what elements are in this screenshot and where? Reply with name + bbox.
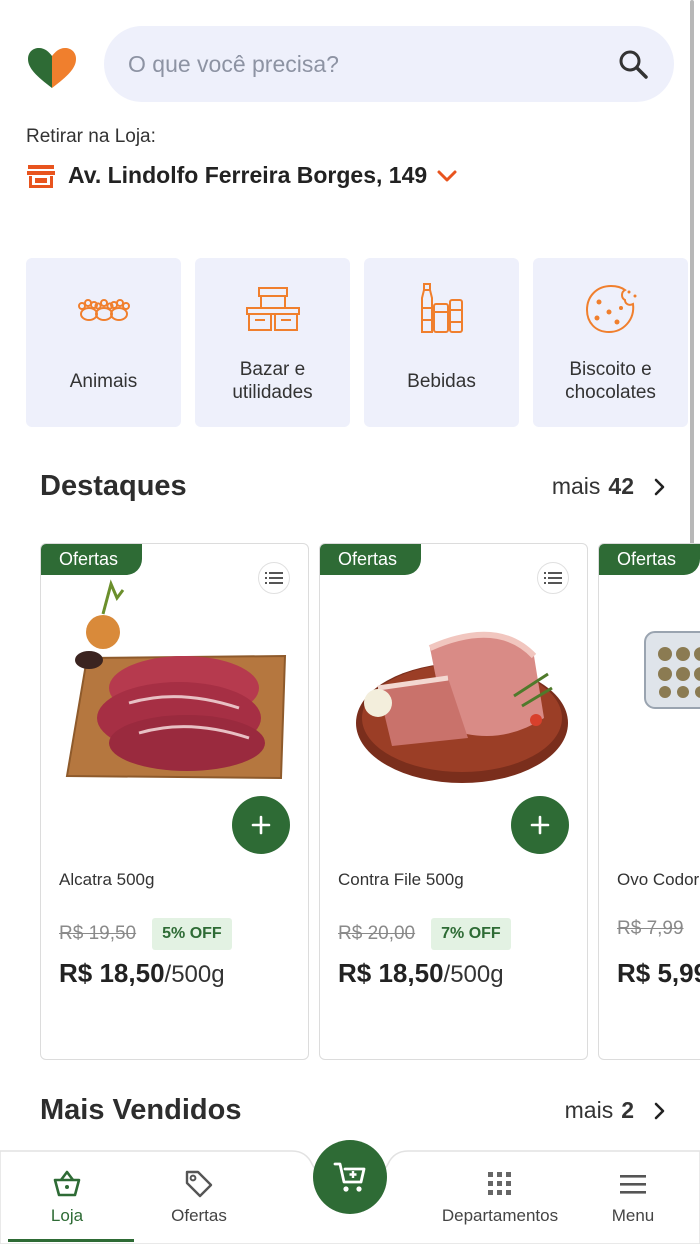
search-placeholder: O que você precisa? xyxy=(128,50,339,77)
category-biscoito[interactable]: Biscoito e chocolates xyxy=(533,258,688,427)
basket-icon xyxy=(53,1170,81,1197)
product-name[interactable]: Contra File 500g xyxy=(338,870,464,890)
product-image-ovo-codorna[interactable] xyxy=(617,578,700,788)
logo-heart-icon xyxy=(28,48,76,88)
add-to-cart-button[interactable] xyxy=(511,796,569,854)
best-sellers-header: Mais Vendidos mais 2 xyxy=(40,1094,670,1127)
hamburger-menu-icon xyxy=(620,1175,646,1194)
price-unit: /500g xyxy=(443,961,504,988)
cookie-icon xyxy=(585,284,636,334)
best-sellers-more-link[interactable]: mais 2 xyxy=(565,1097,670,1124)
grid-icon xyxy=(488,1172,511,1195)
price-value: R$ 18,50 xyxy=(338,958,444,988)
category-label: Animais xyxy=(69,370,138,392)
nav-departments[interactable]: Departamentos xyxy=(435,1168,565,1226)
current-price: R$ 18,50/500g xyxy=(338,958,504,989)
chevron-down-icon[interactable] xyxy=(435,164,459,188)
nav-store-label: Loja xyxy=(50,1206,84,1225)
discount-badge: 7% OFF xyxy=(431,918,511,950)
price-row: R$ 19,50 5% OFF xyxy=(59,918,232,950)
old-price: R$ 19,50 xyxy=(59,923,137,944)
highlights-carousel[interactable]: Ofertas Alcatra 500g R$ 19,50 5% OFF R$ xyxy=(40,543,700,1063)
bottom-navigation: Loja Ofertas Departamentos Menu xyxy=(0,1140,700,1244)
category-label: Bebidas xyxy=(407,370,476,392)
plus-icon xyxy=(251,815,271,835)
pickup-store-selector[interactable]: Av. Lindolfo Ferreira Borges, 149 xyxy=(26,162,459,189)
pickup-location: Retirar na Loja: Av. Lindolfo Ferreira B… xyxy=(26,126,459,189)
boxes-icon xyxy=(245,287,300,331)
nav-departments-label: Departamentos xyxy=(441,1206,559,1225)
old-price: R$ 20,00 xyxy=(338,923,416,944)
paws-icon xyxy=(77,299,130,321)
nav-active-indicator xyxy=(8,1239,134,1242)
header: O que você precisa? xyxy=(0,0,700,120)
search-input[interactable]: O que você precisa? xyxy=(104,26,674,102)
more-label: mais xyxy=(564,1097,614,1123)
offer-badge: Ofertas xyxy=(320,544,422,575)
more-count: 2 xyxy=(621,1097,634,1123)
chevron-right-icon xyxy=(654,1102,665,1119)
nav-offers-label: Ofertas xyxy=(171,1206,227,1225)
offer-badge: Ofertas xyxy=(41,544,143,575)
product-card[interactable]: Ofertas Contra File 500g R$ 20,00 7% OFF… xyxy=(319,543,588,1060)
product-image-contra-file[interactable] xyxy=(338,578,578,788)
price-row: R$ 20,00 7% OFF xyxy=(338,918,511,950)
current-price: R$ 18,50/500g xyxy=(59,958,225,989)
nav-store[interactable]: Loja xyxy=(2,1168,132,1226)
search-icon[interactable] xyxy=(616,47,650,81)
nav-menu[interactable]: Menu xyxy=(568,1168,698,1226)
more-label: mais xyxy=(551,473,601,499)
pickup-address[interactable]: Av. Lindolfo Ferreira Borges, 149 xyxy=(68,162,427,189)
category-animais[interactable]: Animais xyxy=(26,258,181,427)
highlights-title: Destaques xyxy=(40,470,187,502)
price-row: R$ 7,99 xyxy=(617,918,684,940)
current-price: R$ 5,99 xyxy=(617,958,700,989)
product-card[interactable]: Ofertas Ovo Codorn R$ 7,99 R$ 5,99 xyxy=(598,543,700,1060)
price-unit: /500g xyxy=(164,961,225,988)
highlights-header: Destaques mais 42 xyxy=(40,470,670,503)
plus-icon xyxy=(530,815,550,835)
category-bebidas[interactable]: Bebidas xyxy=(364,258,519,427)
add-to-cart-button[interactable] xyxy=(232,796,290,854)
tag-icon xyxy=(185,1170,213,1198)
highlights-more-link[interactable]: mais 42 xyxy=(552,473,670,500)
product-image-alcatra[interactable] xyxy=(59,578,299,788)
category-label: Bazar e utilidades xyxy=(232,359,313,403)
more-count: 42 xyxy=(608,473,634,499)
cart-icon xyxy=(333,1162,366,1192)
bottles-icon xyxy=(420,283,463,333)
price-value: R$ 18,50 xyxy=(59,958,165,988)
old-price: R$ 7,99 xyxy=(617,918,684,939)
category-bazar[interactable]: Bazar e utilidades xyxy=(195,258,350,427)
category-list: Animais Bazar e utilidades Bebidas Bisco… xyxy=(26,258,688,427)
product-name[interactable]: Ovo Codorn xyxy=(617,870,700,890)
nav-offers[interactable]: Ofertas xyxy=(134,1168,264,1226)
store-icon xyxy=(27,164,55,188)
cart-button[interactable] xyxy=(313,1140,387,1214)
product-name[interactable]: Alcatra 500g xyxy=(59,870,154,890)
price-value: R$ 5,99 xyxy=(617,958,700,988)
discount-badge: 5% OFF xyxy=(152,918,232,950)
category-label: Biscoito e chocolates xyxy=(565,359,656,403)
pickup-label: Retirar na Loja: xyxy=(26,126,156,147)
best-sellers-title: Mais Vendidos xyxy=(40,1094,242,1126)
chevron-right-icon xyxy=(654,478,665,495)
nav-menu-label: Menu xyxy=(611,1206,655,1225)
offer-badge: Ofertas xyxy=(599,544,700,575)
product-card[interactable]: Ofertas Alcatra 500g R$ 19,50 5% OFF R$ xyxy=(40,543,309,1060)
